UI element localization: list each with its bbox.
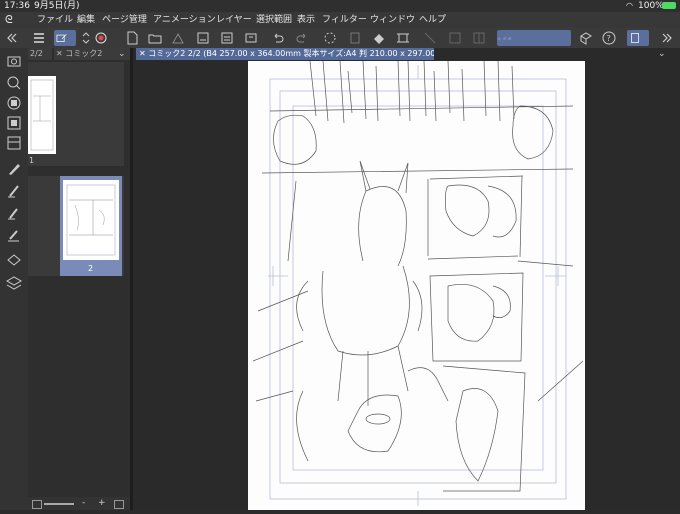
tablet-icon[interactable] — [627, 30, 649, 46]
document-tab[interactable]: ✕ コミック2 2/2 (B4 257.00 x 364.00mm 製本サイズ:… — [136, 48, 434, 60]
brush-tool-icon[interactable] — [5, 204, 23, 222]
menu-view[interactable]: 表示 — [297, 12, 315, 28]
page-manager-panel: 2/2 ✕ コミック2 1 2 — [28, 48, 132, 510]
redo-icon[interactable] — [294, 30, 310, 46]
doc-close-icon[interactable]: ✕ — [136, 49, 148, 58]
menu-icon[interactable] — [31, 30, 47, 46]
menu-layer[interactable]: レイヤー — [216, 12, 252, 28]
wifi-icon: ◠ — [626, 1, 633, 10]
record-icon[interactable] — [93, 30, 109, 46]
page-tab-number[interactable]: 2/2 — [28, 48, 52, 60]
fill-icon[interactable] — [371, 30, 387, 46]
zoom-out-button[interactable]: - — [82, 497, 85, 510]
page-1-number: 1 — [29, 156, 35, 165]
menu-bar: ᘓ ファイル 編集 ページ管理 アニメーション レイヤー 選択範囲 表示 フィル… — [0, 12, 680, 28]
new-document-icon[interactable] — [124, 30, 140, 46]
menu-edit[interactable]: 編集 — [77, 12, 95, 28]
open-folder-icon[interactable] — [147, 30, 163, 46]
zoom-slider[interactable] — [44, 503, 74, 505]
menu-window[interactable]: ウィンドウ — [370, 12, 415, 28]
eraser-tool-icon[interactable] — [5, 226, 23, 244]
select-tool-icon[interactable] — [54, 30, 76, 46]
collapse-right-icon[interactable] — [660, 30, 674, 46]
snap-buttons-group[interactable] — [497, 30, 571, 46]
page-thumbnail-2[interactable] — [63, 180, 119, 260]
3d-icon[interactable] — [578, 30, 594, 46]
zoom-in-button[interactable]: + — [98, 497, 106, 510]
menu-filter[interactable]: フィルター — [322, 12, 367, 28]
help-icon[interactable]: ? — [601, 30, 617, 46]
thumbnail-size-icon[interactable] — [32, 500, 42, 509]
share-icon[interactable] — [170, 30, 186, 46]
selection-tool-icon[interactable] — [5, 134, 23, 152]
status-time: 17:36 — [4, 1, 30, 11]
menu-help[interactable]: ヘルプ — [419, 12, 446, 28]
battery-percent: 100% — [638, 1, 664, 11]
command-bar: ? — [0, 28, 680, 49]
menu-file[interactable]: ファイル — [37, 12, 73, 28]
document-tab-label: コミック2 2/2 (B4 257.00 x 364.00mm 製本サイズ:A4… — [148, 49, 434, 58]
print-icon[interactable] — [243, 30, 259, 46]
menu-selection[interactable]: 選択範囲 — [256, 12, 292, 28]
status-date: 9月5日(月) — [34, 1, 80, 11]
panel-chevron-icon[interactable]: ⌄ — [118, 48, 130, 60]
sketch-drawing — [252, 60, 584, 506]
app-logo-icon[interactable]: ᘓ — [5, 12, 13, 28]
page-thumbnail-2-selected[interactable]: 2 — [60, 176, 122, 276]
status-bar: 17:36 9月5日(月) ◠ 100% — [0, 0, 680, 12]
panel-divider[interactable] — [130, 48, 133, 510]
transform-icon[interactable] — [395, 30, 411, 46]
menu-page[interactable]: ページ管理 — [102, 12, 147, 28]
tool-palette — [0, 48, 29, 510]
move-layer-icon[interactable] — [5, 114, 23, 132]
undo-icon[interactable] — [270, 30, 286, 46]
page-tab-doc-label: コミック2 — [65, 49, 103, 58]
ruler-icon[interactable] — [422, 30, 438, 46]
layers-icon[interactable] — [5, 274, 23, 292]
fill-tool-icon[interactable] — [5, 252, 23, 270]
canvas-page[interactable] — [248, 60, 585, 510]
menu-animation[interactable]: アニメーション — [153, 12, 216, 28]
scroll-arrows-icon[interactable] — [78, 30, 90, 46]
snap-icon[interactable] — [447, 30, 463, 46]
svg-text:?: ? — [607, 34, 611, 43]
save-icon[interactable] — [195, 30, 211, 46]
battery-icon — [662, 2, 676, 9]
loading-icon[interactable] — [322, 30, 338, 46]
chevron-down-icon[interactable]: ⌄ — [658, 48, 678, 60]
camera-tool-icon[interactable] — [5, 52, 23, 70]
pen-tool-icon[interactable] — [5, 160, 23, 178]
clear-icon[interactable] — [347, 30, 363, 46]
close-icon[interactable]: ✕ — [56, 49, 65, 58]
settings-icon[interactable] — [114, 500, 124, 509]
pencil-tool-icon[interactable] — [5, 182, 23, 200]
collapse-left-icon[interactable] — [3, 30, 17, 46]
operation-tool-icon[interactable] — [5, 94, 23, 112]
export-icon[interactable] — [219, 30, 235, 46]
page-panel-footer: - + — [28, 497, 133, 510]
grid-icon[interactable] — [471, 30, 487, 46]
zoom-tool-icon[interactable] — [5, 74, 23, 92]
page-thumbnail-1[interactable] — [28, 76, 56, 154]
page-2-number: 2 — [88, 264, 94, 273]
